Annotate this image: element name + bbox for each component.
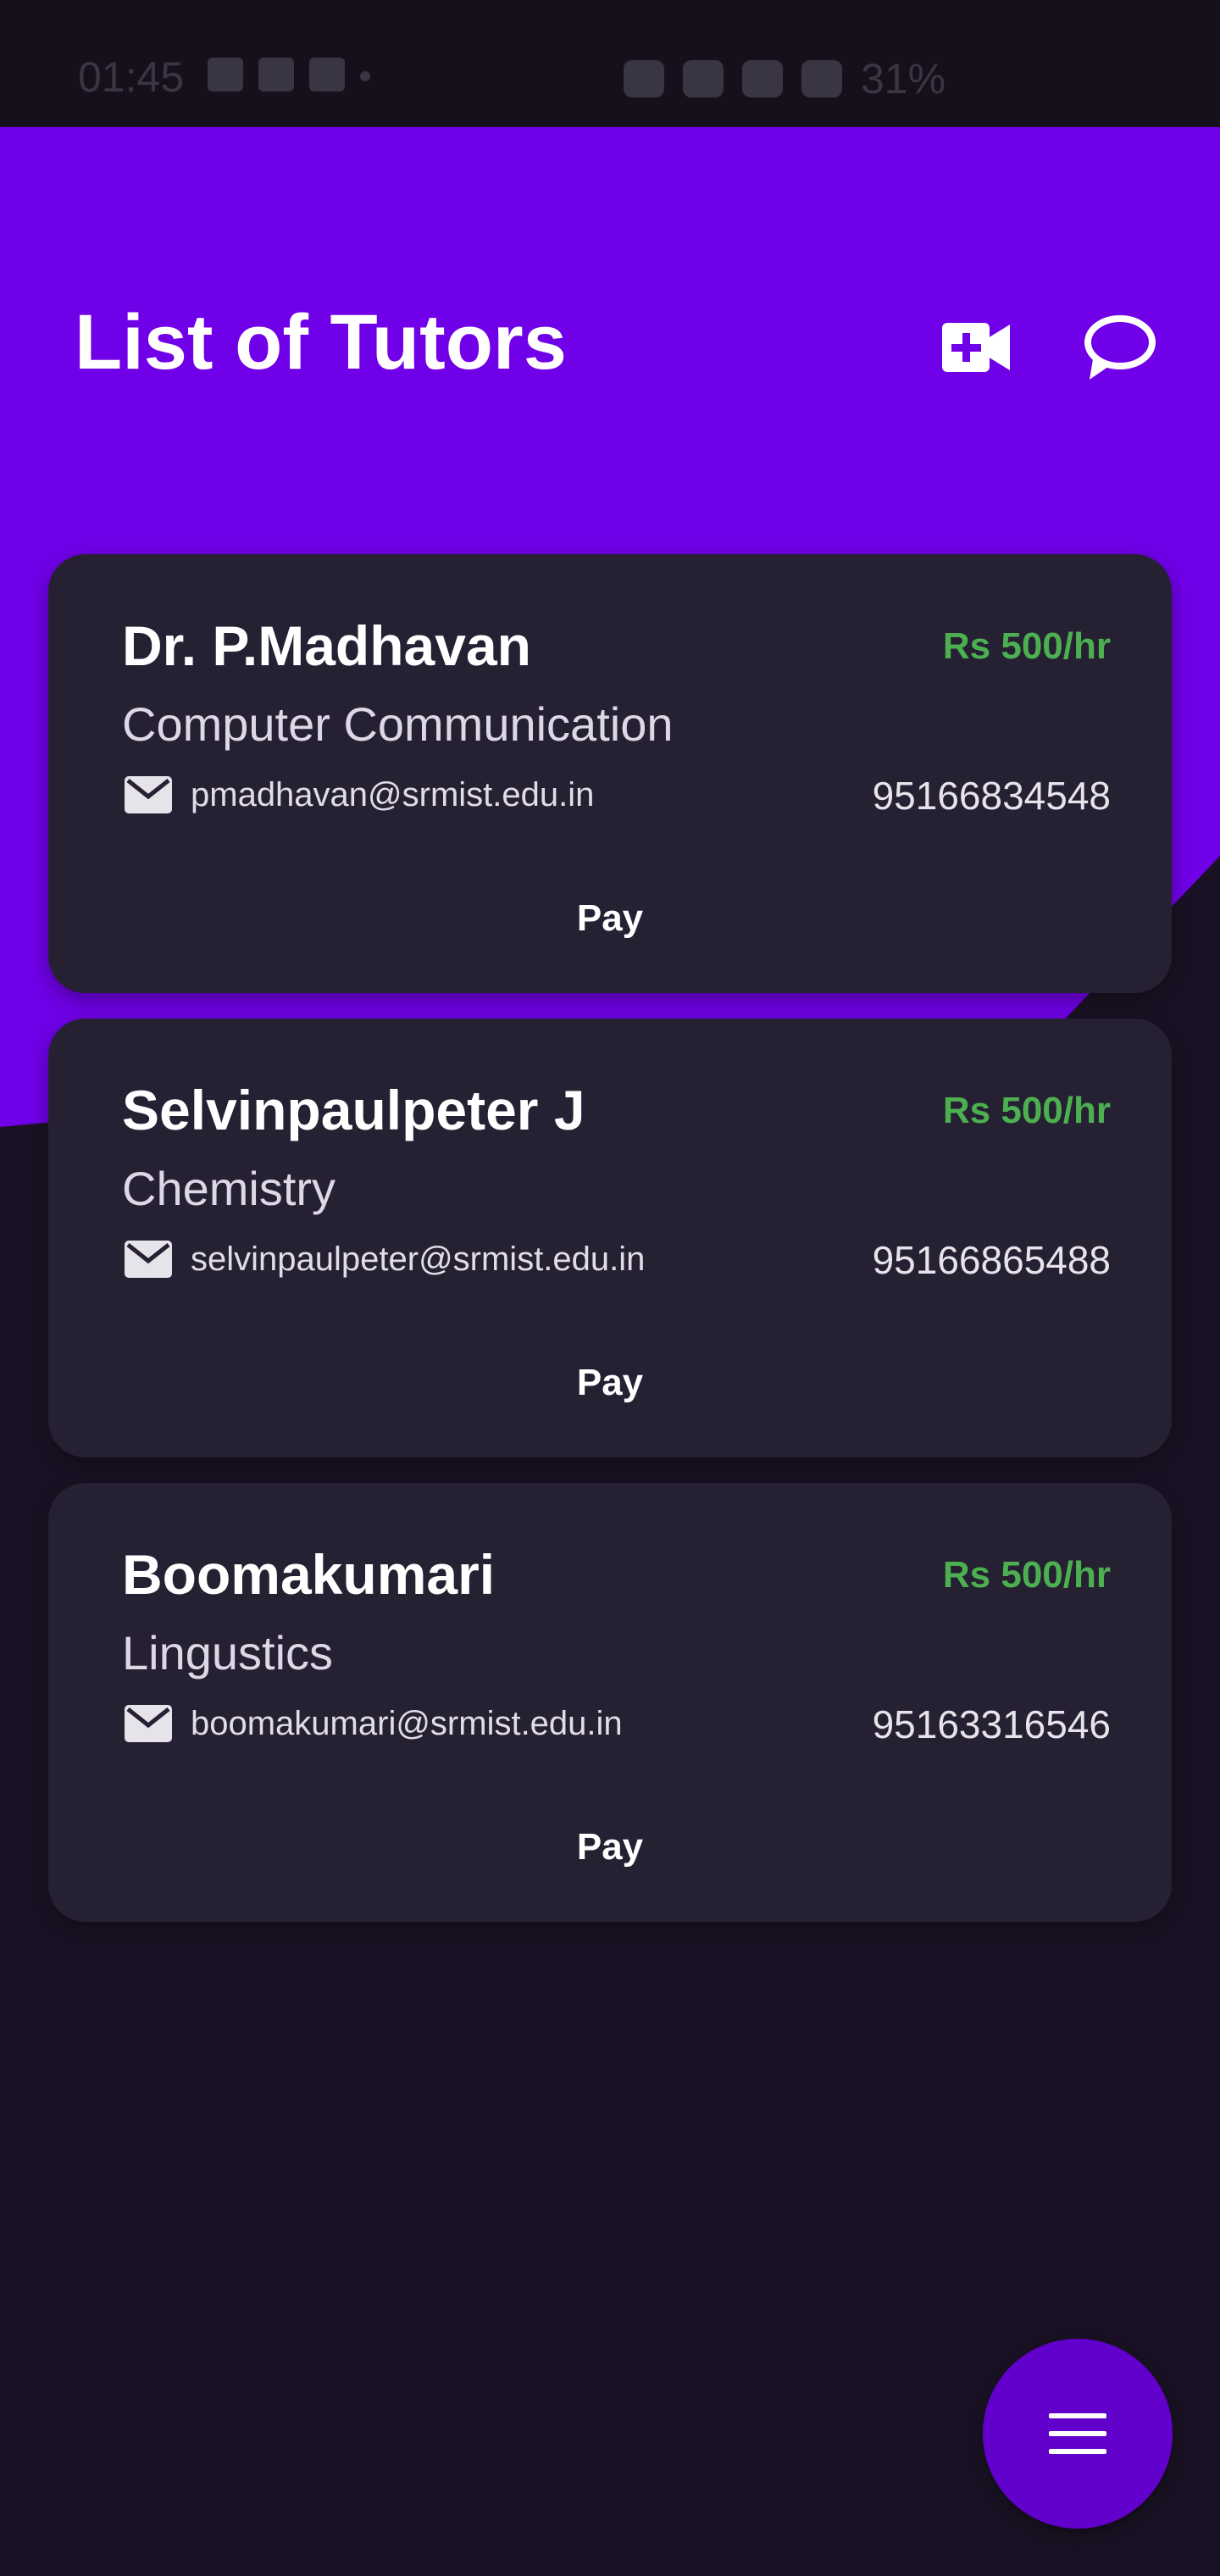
tutor-name: Dr. P.Madhavan bbox=[122, 614, 531, 677]
volte-icon bbox=[742, 60, 783, 97]
hotspot-icon bbox=[683, 60, 724, 97]
battery-percent: 31% bbox=[861, 55, 946, 103]
tutor-rate: Rs 500/hr bbox=[942, 1090, 1111, 1131]
image-icon bbox=[208, 58, 243, 92]
tutor-subject: Computer Communication bbox=[122, 697, 674, 751]
tutor-card[interactable]: Dr. P.Madhavan Rs 500/hr Computer Commun… bbox=[48, 554, 1172, 993]
chat-icon bbox=[1084, 315, 1156, 380]
tutor-email[interactable]: pmadhavan@srmist.edu.in bbox=[191, 776, 594, 814]
status-time: 01:45 bbox=[78, 53, 185, 101]
tutor-email[interactable]: selvinpaulpeter@srmist.edu.in bbox=[191, 1241, 645, 1279]
chat-button[interactable] bbox=[1081, 312, 1159, 383]
email-icon bbox=[125, 1705, 172, 1742]
tutor-phone[interactable]: 95166865488 bbox=[873, 1237, 1111, 1283]
tutor-rate: Rs 500/hr bbox=[942, 625, 1111, 667]
tutor-card[interactable]: Selvinpaulpeter J Rs 500/hr Chemistry se… bbox=[48, 1019, 1172, 1457]
message-icon bbox=[258, 58, 294, 92]
tutor-email[interactable]: boomakumari@srmist.edu.in bbox=[191, 1705, 623, 1743]
menu-icon bbox=[1049, 2413, 1106, 2454]
page-title: List of Tutors bbox=[75, 299, 567, 386]
pay-button[interactable]: Pay bbox=[48, 1362, 1172, 1404]
tutor-subject: Lingustics bbox=[122, 1626, 334, 1679]
pay-button[interactable]: Pay bbox=[48, 897, 1172, 940]
video-call-icon bbox=[942, 323, 1010, 372]
dot-icon bbox=[360, 71, 370, 81]
tutor-name: Selvinpaulpeter J bbox=[122, 1079, 585, 1141]
tutor-name: Boomakumari bbox=[122, 1543, 496, 1606]
instagram-icon bbox=[309, 58, 345, 92]
tutor-rate: Rs 500/hr bbox=[942, 1554, 1111, 1596]
video-call-button[interactable] bbox=[940, 318, 1012, 377]
tutor-subject: Chemistry bbox=[122, 1162, 336, 1215]
status-bar: 01:45 31% bbox=[0, 0, 1220, 127]
tutor-card[interactable]: Boomakumari Rs 500/hr Lingustics boomaku… bbox=[48, 1483, 1172, 1922]
email-icon bbox=[125, 776, 172, 813]
tutor-phone[interactable]: 95166834548 bbox=[873, 773, 1111, 819]
pay-button[interactable]: Pay bbox=[48, 1826, 1172, 1868]
signal-icon bbox=[801, 60, 842, 97]
email-icon bbox=[125, 1241, 172, 1278]
menu-fab-button[interactable] bbox=[983, 2339, 1173, 2529]
tutor-phone[interactable]: 95163316546 bbox=[873, 1702, 1111, 1747]
alarm-icon bbox=[624, 60, 664, 97]
